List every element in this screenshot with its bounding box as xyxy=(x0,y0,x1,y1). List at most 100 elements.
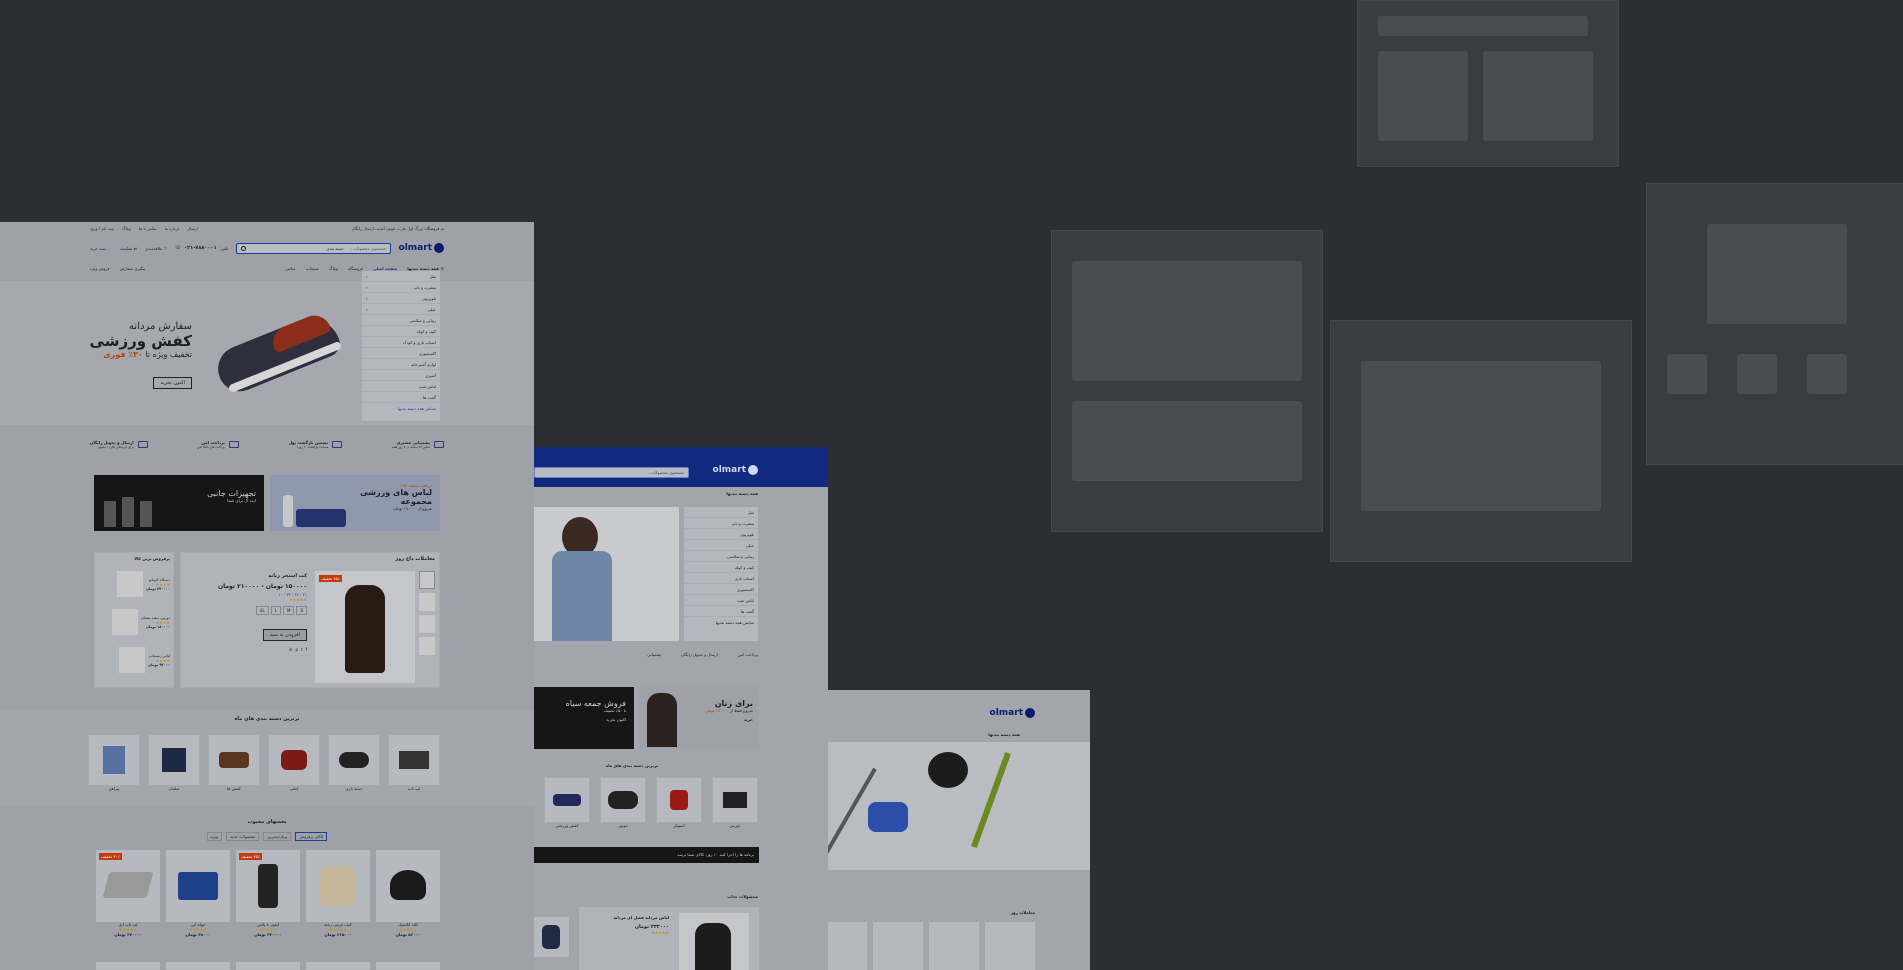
nav-item-track-order[interactable]: پیگیری سفارش xyxy=(120,266,146,271)
category-item[interactable]: تلویزیون xyxy=(740,532,754,537)
category-item[interactable]: لوازم آشپزخانه xyxy=(411,362,436,367)
product-card[interactable]: کیف چرمی زنانه ★★★★★ ۲۶۵۰۰۰ تومان xyxy=(306,850,370,937)
twitter-icon[interactable]: t xyxy=(301,647,303,652)
category-item[interactable]: اسباب بازی xyxy=(735,576,754,581)
topcat-item[interactable]: کفش ها xyxy=(208,734,260,791)
category-item[interactable]: لباس شب xyxy=(737,598,754,603)
product-card[interactable] xyxy=(828,922,867,970)
gloves-image[interactable] xyxy=(534,917,569,957)
category-item[interactable]: آشپزی xyxy=(425,373,436,378)
compare-button[interactable]: ⇄ مقایسه xyxy=(120,246,137,251)
hero-cta-button[interactable]: اکنون بخرید xyxy=(153,377,192,389)
topcat-item[interactable]: پیراهن xyxy=(88,734,140,791)
nav-item-blog[interactable]: وبلاگ xyxy=(329,266,338,271)
category-item[interactable]: تیشرت و تاپ xyxy=(732,521,754,526)
top-link[interactable]: درباره ما xyxy=(165,226,180,231)
search-input[interactable]: جستجوی محصولات... xyxy=(648,470,684,475)
category-item[interactable]: کیف و کوله xyxy=(417,329,436,334)
tab-bestsellers[interactable]: کالای پرفروش xyxy=(295,832,328,841)
size-chip[interactable]: L xyxy=(270,606,281,615)
search-input[interactable]: جستجوی محصولات... xyxy=(350,246,386,251)
hero-image[interactable] xyxy=(534,507,679,641)
category-item[interactable]: لباس شب xyxy=(419,384,436,389)
category-item[interactable]: جیلی xyxy=(746,543,754,548)
sportswear-banner[interactable]: دریافت تخفیف ۲۵٪ لباس های ورزشی مجموعه ش… xyxy=(270,475,440,531)
cart-button[interactable]: 🛒 سبد خرید xyxy=(90,246,112,251)
category-item[interactable]: زیبایی و سلامتی xyxy=(409,318,436,323)
bestseller-item[interactable]: دوربین سفید مشکی ★★★★ ۱۸۰۰۰۰ تومان xyxy=(111,609,170,635)
size-chip[interactable]: M xyxy=(283,606,295,615)
banner-cta[interactable]: اکنون بخرید xyxy=(566,717,626,722)
nav-item-elements[interactable]: عناصر xyxy=(285,266,295,271)
search-bar[interactable]: جستجوی محصولات... دسته بندی xyxy=(236,242,392,254)
topcat-item[interactable]: اسپیکر xyxy=(656,777,702,828)
tab-most-viewed[interactable]: پربازدیدترین xyxy=(263,832,292,841)
category-item[interactable]: مبل xyxy=(430,274,436,279)
category-item[interactable]: اکسسوری xyxy=(419,351,436,356)
product-card[interactable] xyxy=(873,922,923,970)
product-card[interactable]: ۳۰٪ تخفیف لپ تاپ اپل ★★★★★ ۴۷۰۰۰۰ تومان xyxy=(96,850,160,937)
all-categories-button[interactable]: همه دسته بندیها xyxy=(988,732,1020,737)
top-link[interactable]: ثبت نام / ورود xyxy=(90,226,114,231)
top-link[interactable]: ارسال xyxy=(187,226,198,231)
accessories-banner[interactable]: تجهیزات جانبی ایده آل برای شما xyxy=(94,475,264,531)
olmart-home-v2-window[interactable]: olmart جستجوی محصولات... همه دسته بندیها… xyxy=(534,447,828,970)
category-item[interactable]: جیلی xyxy=(428,307,436,312)
nav-item-pages[interactable]: صفحات xyxy=(306,266,319,271)
linkedin-icon[interactable]: in xyxy=(289,647,293,652)
bestseller-item[interactable]: لباس زمستانی ★★★★ ۹۲۰۰۰ تومان xyxy=(119,647,170,673)
deal-card[interactable]: لباس مردانه فصل ای مردانه ۲۳۲۰۰۰ تومان ★… xyxy=(579,907,759,970)
women-banner[interactable]: برای زنان شروع فقط از ۱۹۰۰۰۰ تومان خرید xyxy=(639,687,759,749)
category-item[interactable]: زیبایی و سلامتی xyxy=(727,554,754,559)
product-card[interactable]: ۲۵٪ تخفیف آیفون ۸ پلاس ★★★★★ ۳۴۰۰۰۰ توما… xyxy=(236,850,300,937)
nav-item-special-sale[interactable]: فروش ویژه xyxy=(90,266,110,271)
top-link[interactable]: تماس با ما xyxy=(139,226,157,231)
all-categories-button[interactable]: ☰ همه دسته بندیها xyxy=(407,266,444,271)
deal-thumb[interactable] xyxy=(419,615,435,633)
black-friday-banner[interactable]: فروش جمعه سیاه تا ۵۰٪ تخفیف اکنون بخرید xyxy=(534,687,634,749)
deal-thumb[interactable] xyxy=(419,593,435,611)
wishlist-button[interactable]: ♡ علاقه‌مندی xyxy=(145,246,167,251)
site-logo[interactable]: olmart xyxy=(713,465,758,475)
topcat-item[interactable]: موتور xyxy=(600,777,646,828)
deal-image[interactable]: ۲۵٪ تخفیف xyxy=(315,571,415,683)
search-category-select[interactable]: دسته بندی xyxy=(326,246,343,251)
olmart-home-v3-window[interactable]: olmart همه دسته بندیها معاملات روز xyxy=(828,690,1090,970)
banner-cta[interactable]: خرید xyxy=(705,717,753,722)
add-to-cart-button[interactable]: افزودن به سبد xyxy=(262,629,307,641)
facebook-icon[interactable]: f xyxy=(306,647,307,652)
pinterest-icon[interactable]: p xyxy=(295,647,298,652)
deal-thumb[interactable] xyxy=(419,571,435,589)
category-item[interactable]: تیشرت و تاپ xyxy=(414,285,436,290)
category-item[interactable]: اکسسوری xyxy=(737,587,754,592)
category-item[interactable]: گجت ها xyxy=(741,609,754,614)
bestseller-item[interactable]: دستگاه کاپیتانو ★★★★ ۲۴۰۰۰۰ تومان xyxy=(116,571,170,597)
site-logo[interactable]: olmart xyxy=(399,243,444,253)
category-item[interactable]: گجت ها xyxy=(423,395,436,400)
all-categories-link[interactable]: نمایش همه دسته بندیها xyxy=(716,620,754,625)
size-chip[interactable]: XL xyxy=(255,606,269,615)
category-item[interactable]: اسباب بازی و کودک xyxy=(403,340,436,345)
product-card[interactable] xyxy=(929,922,979,970)
tab-featured[interactable]: ویژه xyxy=(206,832,222,841)
topcat-item[interactable]: دوربین xyxy=(712,777,758,828)
top-link[interactable]: ویلاگ xyxy=(122,226,131,231)
hero-slider[interactable]: سفارش مردانه کفش ورزشی تخفیف ویژه تا ۳۰٪… xyxy=(0,281,534,425)
topcat-item[interactable]: لپ تاپ xyxy=(388,734,440,791)
product-card[interactable] xyxy=(985,922,1035,970)
product-card[interactable]: حوله آبی ★★★★★ ۴۸۰۰۰ تومان xyxy=(166,850,230,937)
nav-item-home[interactable]: صفحه اصلی xyxy=(373,266,397,271)
tab-new-products[interactable]: محصولات جدید xyxy=(225,832,260,841)
all-categories-button[interactable]: همه دسته بندیها xyxy=(726,491,758,496)
topcat-item[interactable]: کتانی xyxy=(268,734,320,791)
all-categories-link[interactable]: نمایش همه دسته بندیها xyxy=(398,406,436,411)
search-bar[interactable]: جستجوی محصولات... xyxy=(534,467,689,478)
olmart-home-window[interactable]: به فروشگاه بزرگ اول مارت خوش آمدید، ارسا… xyxy=(0,222,534,970)
topcat-item[interactable]: مبلمان xyxy=(148,734,200,791)
topcat-item[interactable]: دسته بازی xyxy=(328,734,380,791)
product-card[interactable]: کلاه کلاسیک ★★★★★ ۵۶۰۰۰ تومان xyxy=(376,850,440,937)
category-item[interactable]: مبل xyxy=(748,510,754,515)
search-icon[interactable] xyxy=(241,245,247,251)
category-item[interactable]: کیف و کوله xyxy=(735,565,754,570)
size-chip[interactable]: S xyxy=(296,606,307,615)
